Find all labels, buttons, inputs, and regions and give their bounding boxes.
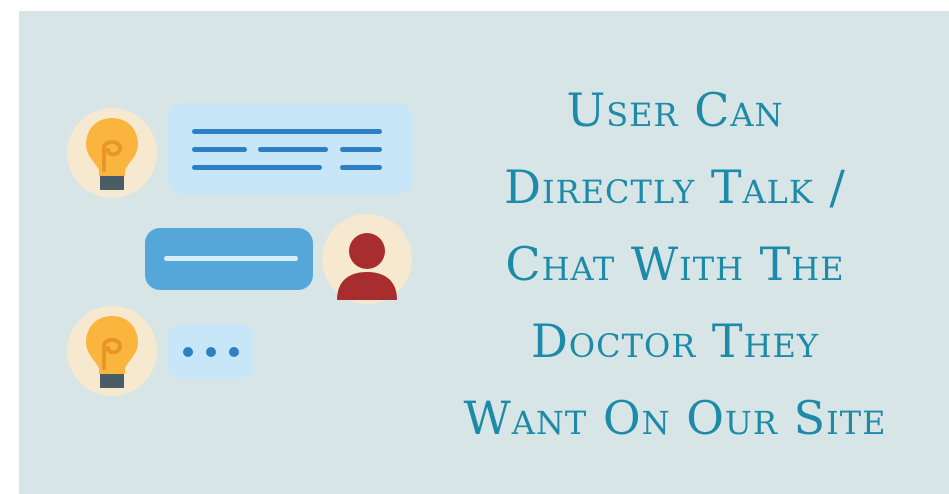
headline-line-5: Want On Our Site — [463, 391, 887, 445]
typing-dots-icon — [168, 324, 254, 378]
lightbulb-icon — [67, 108, 157, 198]
headline-line-3: Chat With The — [505, 237, 845, 291]
lightbulb-icon — [67, 306, 157, 396]
chat-bubble-icon — [168, 103, 413, 195]
headline: User Can Directly Talk / Chat With The D… — [430, 72, 920, 457]
headline-line-2: Directly Talk / — [504, 160, 846, 214]
reply-bubble-icon — [145, 228, 313, 290]
headline-line-1: User Can — [566, 83, 784, 137]
headline-line-4: Doctor They — [531, 314, 819, 368]
user-avatar-icon — [322, 214, 412, 304]
